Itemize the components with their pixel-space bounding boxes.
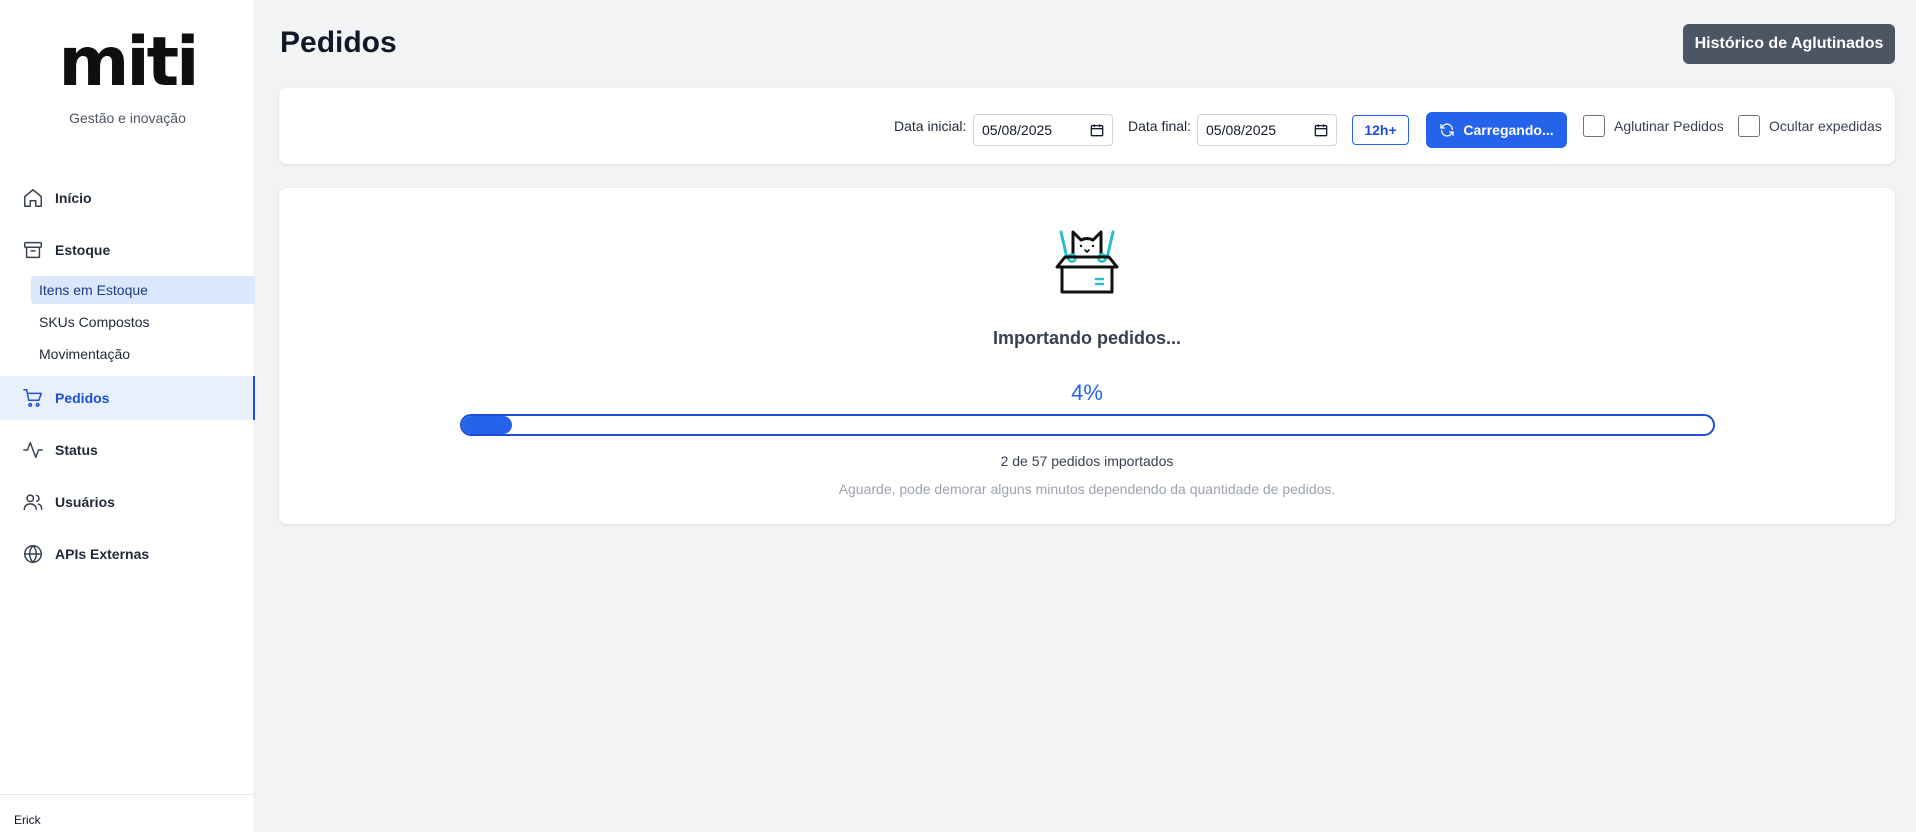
- import-progress-card: Importando pedidos... 4% 2 de 57 pedidos…: [279, 188, 1895, 524]
- calendar-icon: [1314, 124, 1328, 137]
- checkbox-label: Aglutinar Pedidos: [1614, 118, 1724, 134]
- import-status-title: Importando pedidos...: [993, 328, 1181, 348]
- end-date-value: 05/08/2025: [1206, 122, 1277, 138]
- cat-in-box-icon: [1055, 230, 1119, 294]
- sidebar-subitem-skus-compostos[interactable]: SKUs Compostos: [31, 308, 255, 336]
- import-count: 2 de 57 pedidos importados: [1000, 453, 1174, 469]
- sidebar-item-label: Estoque: [55, 242, 111, 258]
- checkbox-box[interactable]: [1583, 115, 1605, 137]
- sidebar-item-status[interactable]: Status: [0, 428, 255, 472]
- aglutinar-pedidos-checkbox[interactable]: Aglutinar Pedidos: [1583, 114, 1724, 138]
- home-icon: [24, 189, 42, 207]
- sidebar: miti Gestão e inovação Início Estoque It…: [0, 0, 255, 832]
- sidebar-subitem-label: Movimentação: [39, 346, 131, 362]
- checkbox-label: Ocultar expedidas: [1769, 118, 1882, 134]
- cart-icon: [23, 389, 42, 407]
- ocultar-expedidas-checkbox[interactable]: Ocultar expedidas: [1738, 114, 1882, 138]
- progress-bar-fill: [462, 416, 513, 434]
- activity-icon: [23, 441, 43, 459]
- end-date-label: Data final:: [1128, 118, 1192, 134]
- sidebar-item-label: Status: [55, 442, 98, 458]
- history-aglutinados-button[interactable]: Histórico de Aglutinados: [1683, 24, 1895, 64]
- sidebar-item-estoque[interactable]: Estoque: [0, 228, 255, 272]
- refresh-icon: [1440, 123, 1455, 137]
- end-date-input[interactable]: 05/08/2025: [1197, 114, 1337, 146]
- sidebar-item-label: Pedidos: [55, 390, 110, 406]
- current-user[interactable]: Erick: [0, 794, 255, 832]
- sidebar-subitem-itens-em-estoque[interactable]: Itens em Estoque: [31, 276, 255, 304]
- sidebar-item-label: Usuários: [55, 494, 115, 510]
- archive-icon: [24, 241, 42, 259]
- sidebar-item-pedidos[interactable]: Pedidos: [0, 376, 255, 420]
- checkbox-box[interactable]: [1738, 115, 1760, 137]
- start-date-value: 05/08/2025: [982, 122, 1053, 138]
- sidebar-item-apis-externas[interactable]: APIs Externas: [0, 532, 255, 576]
- page-title: Pedidos: [280, 26, 397, 59]
- logo-tagline: Gestão e inovação: [69, 110, 186, 126]
- last-12h-button[interactable]: 12h+: [1352, 115, 1409, 145]
- progress-percent: 4%: [1071, 380, 1103, 405]
- sidebar-subitem-movimentacao[interactable]: Movimentação: [31, 340, 255, 368]
- loading-button[interactable]: Carregando...: [1426, 112, 1567, 148]
- import-hint: Aguarde, pode demorar alguns minutos dep…: [838, 481, 1336, 497]
- progress-bar: [460, 414, 1715, 436]
- calendar-icon: [1090, 124, 1104, 137]
- filter-toolbar: Data inicial: 05/08/2025 Data final: 05/…: [279, 88, 1895, 164]
- start-date-input[interactable]: 05/08/2025: [973, 114, 1113, 146]
- sidebar-item-label: APIs Externas: [55, 546, 150, 562]
- sidebar-item-label: Início: [55, 190, 92, 206]
- users-icon: [23, 494, 43, 511]
- sidebar-item-usuarios[interactable]: Usuários: [0, 480, 255, 524]
- logo[interactable]: miti: [0, 28, 255, 98]
- sidebar-item-inicio[interactable]: Início: [0, 176, 255, 220]
- loading-button-label: Carregando...: [1463, 122, 1554, 138]
- sidebar-subitem-label: Itens em Estoque: [39, 282, 148, 298]
- sidebar-subitem-label: SKUs Compostos: [39, 314, 150, 330]
- start-date-label: Data inicial:: [894, 118, 967, 134]
- globe-icon: [24, 545, 42, 563]
